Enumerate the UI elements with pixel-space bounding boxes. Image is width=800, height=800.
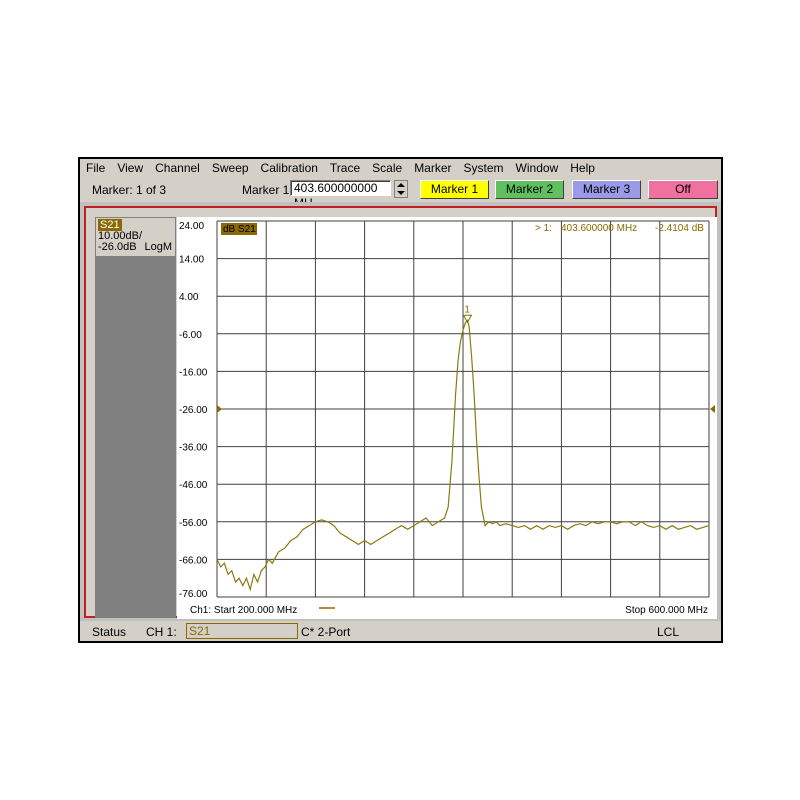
trace-status-box[interactable]: S21 10.00dB/ -26.0dB LogM: [95, 217, 176, 257]
plot-area[interactable]: 24.00 14.00 4.00 -6.00 -16.00 -26.00 -36.00 -46…: [177, 217, 717, 619]
vna-window: File View Channel Sweep Calibration Trac…: [78, 157, 723, 643]
marker1-button[interactable]: Marker 1: [420, 180, 489, 199]
y-tick-label: -16.00: [179, 367, 208, 378]
spin-up-arrow-icon[interactable]: [397, 183, 405, 187]
menu-bar: File View Channel Sweep Calibration Trac…: [80, 159, 721, 177]
status-calibration: C* 2-Port: [301, 625, 351, 639]
y-tick-label: 24.00: [179, 221, 204, 232]
marker3-button[interactable]: Marker 3: [572, 180, 641, 199]
active-marker-label: Marker 1: [242, 183, 290, 197]
marker-readout-value: -2.4104 dB: [655, 223, 704, 234]
spin-down-arrow-icon[interactable]: [397, 191, 405, 195]
trace-reference: -26.0dB: [98, 241, 137, 253]
measurement-area: S21 10.00dB/ -26.0dB LogM 24.00 14.00 4.00…: [80, 202, 721, 621]
y-tick-label: 4.00: [179, 292, 199, 303]
menu-help[interactable]: Help: [564, 160, 601, 176]
marker2-button[interactable]: Marker 2: [495, 180, 564, 199]
y-tick-label: -76.00: [179, 589, 208, 600]
status-bar: Status CH 1: S21 C* 2-Port LCL: [80, 621, 721, 641]
trace-legend-label: dB S21: [223, 224, 256, 235]
y-tick-label: -26.00: [179, 405, 208, 416]
menu-window[interactable]: Window: [510, 160, 565, 176]
menu-channel[interactable]: Channel: [149, 160, 206, 176]
menu-scale[interactable]: Scale: [366, 160, 408, 176]
start-frequency-label: Ch1: Start 200.000 MHz: [190, 605, 297, 616]
marker-count-label: Marker: 1 of 3: [92, 183, 167, 197]
y-tick-label: -36.00: [179, 443, 208, 454]
channel-window-frame: S21 10.00dB/ -26.0dB LogM 24.00 14.00 4.00…: [84, 206, 717, 619]
menu-view[interactable]: View: [111, 160, 149, 176]
trace-format: LogM: [144, 241, 172, 253]
reference-right-arrow-icon: [710, 405, 715, 413]
marker-frequency-input[interactable]: 403.600000000 MH: [290, 180, 391, 210]
marker1-number-label: 1: [464, 304, 470, 315]
trace-panel: S21 10.00dB/ -26.0dB LogM: [95, 217, 176, 618]
reference-left-arrow-icon: [217, 405, 222, 413]
status-mode: LCL: [657, 625, 680, 639]
y-tick-label: 14.00: [179, 255, 204, 266]
y-tick-label: -6.00: [179, 330, 202, 341]
y-tick-label: -56.00: [179, 518, 208, 529]
status-channel: CH 1:: [146, 625, 177, 639]
y-tick-label: -66.00: [179, 555, 208, 566]
stop-frequency-label: Stop 600.000 MHz: [625, 605, 708, 616]
y-tick-label: -46.00: [179, 480, 208, 491]
menu-calibration[interactable]: Calibration: [255, 160, 324, 176]
s21-chart: 24.00 14.00 4.00 -6.00 -16.00 -26.00 -36.00 -46…: [179, 220, 715, 616]
menu-system[interactable]: System: [458, 160, 510, 176]
marker-readout-freq: 403.600000 MHz: [561, 223, 637, 234]
status-label: Status: [92, 625, 127, 639]
status-active-trace[interactable]: S21: [186, 623, 298, 639]
marker-off-button[interactable]: Off: [648, 180, 718, 199]
menu-trace[interactable]: Trace: [324, 160, 366, 176]
marker-toolbar: Marker: 1 of 3 Marker 1 403.600000000 MH…: [80, 177, 721, 210]
menu-sweep[interactable]: Sweep: [206, 160, 255, 176]
menu-marker[interactable]: Marker: [408, 160, 457, 176]
frequency-spinner[interactable]: [394, 180, 408, 198]
marker-readout-label: > 1:: [535, 223, 552, 234]
menu-file[interactable]: File: [80, 160, 111, 176]
